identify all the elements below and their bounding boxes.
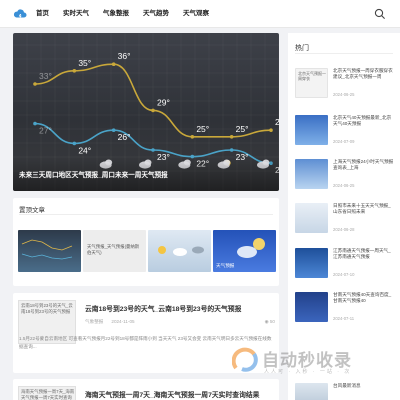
data-label: 27° [39,126,52,136]
pinned-thumbs: 天气预报_天气预报(曼纳斯伯天气) 天气预报 [18,230,276,272]
site-watermark: 自动秒收录 人人可 · 入秒 · 一站 · 次 [232,344,382,376]
data-label: 33° [39,71,52,81]
article-date: 2024-11-05 [111,319,135,324]
sidebar-item[interactable]: 北京天气40天预报最新_北京天气40天预报 2024-07-09 [295,115,395,145]
mini-chart-icon [21,239,73,260]
article-title[interactable]: 云南18号到23号的天气_云南18号到23号的天气预报 [85,303,241,313]
watermark-logo-icon [232,347,258,372]
search-icon[interactable] [374,8,386,20]
main-nav: 首页 实时天气 气象整报 天气趋势 天气观察 [36,0,216,28]
sidebar-thumbnail[interactable] [295,292,328,322]
sidebar-item-title[interactable]: 台风最新消息 [333,383,395,389]
sidebar-item-title[interactable]: 上海天气预报24小时天气预报查询表_上海 [333,159,395,171]
hero-caption[interactable]: 未来三天周口地区天气预报_周口未来一周天气预报 [19,169,168,179]
sidebar-item-date: 2024-06-28 [333,227,355,232]
sidebar-item-title[interactable]: 北京天气预报一周穿衣服穿衣建议_北京天气预报一周 [333,68,395,80]
sidebar-thumbnail[interactable] [295,248,328,278]
data-point [111,62,116,66]
pinned-thumb-2[interactable]: 天气预报_天气预报(曼纳斯伯天气) [83,230,146,272]
views-count: 50 [269,319,275,324]
nav-item-weather-observation[interactable]: 天气观察 [176,0,216,28]
thumb-label: 天气预报_天气预报(曼纳斯伯天气) [87,244,140,255]
data-point [151,108,155,113]
weather-icons [158,246,204,256]
sidebar-item[interactable]: 北京天气预报一周穿衣 北京天气预报一周穿衣服穿衣建议_北京天气预报一周 2024… [295,68,395,98]
hero-slide[interactable]: 33°35°36°29°25°25°26°27°24°26°23°22°23°2… [13,33,279,191]
section-title: 置顶文章 [19,207,45,214]
sidebar-item-date: 2024-06-25 [333,92,355,97]
data-point [33,82,37,86]
nav-item-weather-report[interactable]: 气象整报 [96,0,136,28]
article-card[interactable]: 海南天气预报一周7天_海南天气预报一周7天实时查询结果 海南天气预报一周7天_海… [13,379,279,400]
sidebar-title: 热门 [295,45,309,52]
data-label: 29° [157,97,170,107]
sidebar-item-date: 2024-07-10 [333,272,355,277]
data-point [33,121,37,126]
sidebar-thumbnail[interactable] [295,115,328,145]
nav-item-realtime-weather[interactable]: 实时天气 [56,0,96,28]
data-label: 35° [78,58,91,68]
data-point [229,135,234,139]
article-thumbnail[interactable]: 海南天气预报一周7天_海南天气预报一周7天实时查询结果 [18,386,76,400]
data-label: 36° [118,51,131,61]
article-views: ◉ 50 [265,319,275,325]
sidebar-divider [295,53,393,54]
sidebar-item[interactable]: 上海天气预报24小时天气预报查询表_上海 2024-06-25 [295,159,395,189]
article-meta: 气象整报 2024-11-05 ◉ 50 [85,319,275,325]
data-label: 26° [118,132,131,142]
pinned-thumb-1[interactable] [18,230,81,272]
sidebar-item-title[interactable]: 江苏南通天气预报一周天气_江苏南通天气预报 [333,248,395,260]
sidebar-item-date: 2024-07-11 [333,316,355,321]
nav-item-home[interactable]: 首页 [36,0,56,28]
sidebar-thumbnail[interactable]: 北京天气预报一周穿衣 [295,68,328,98]
sidebar-item-title[interactable]: 北京天气40天预报最新_北京天气40天预报 [333,115,395,127]
sidebar-thumbnail[interactable] [295,159,328,189]
data-label: 25° [196,124,209,134]
data-label: 24° [78,145,91,155]
pinned-thumb-4[interactable]: 天气预报 [213,230,276,272]
sidebar-thumbnail[interactable] [295,203,328,233]
section-divider [19,214,273,215]
sidebar-item[interactable]: 江苏南通天气预报一周天气_江苏南通天气预报 2024-07-10 [295,248,395,278]
thumbnail-alt-text: 北京天气预报一周穿衣 [298,71,326,81]
thumb-label: 天气预报 [216,263,235,268]
sidebar-item[interactable]: 台风最新消息 [295,383,395,400]
pinned-thumb-3[interactable] [148,230,211,272]
data-point [229,148,234,152]
top-navigation-bar: 首页 实时天气 气象整报 天气趋势 天气观察 [0,0,400,28]
data-label: 25° [236,124,249,134]
thumbnail-alt-text: 海南天气预报一周7天_海南天气预报一周7天实时查询结果 [21,389,75,400]
sidebar-item-date: 2024-07-09 [333,139,355,144]
data-label: 26° [275,117,279,127]
cloud-logo-icon[interactable] [13,7,27,20]
data-point [190,135,195,139]
article-category[interactable]: 气象整报 [85,319,103,325]
data-point [72,69,77,73]
sidebar-item-date: 2024-06-25 [333,183,355,188]
sidebar-item-title[interactable]: 甘南天气预报40天查询百度_甘南天气预报40 [333,292,395,304]
thumbnail-alt-text: 云南18号到23号的天气_云南18号到23号的天气预报 [21,303,73,314]
data-point [72,141,77,146]
article-title[interactable]: 海南天气预报一周7天_海南天气预报一周7天实时查询结果 [85,389,259,399]
watermark-subtext: 人人可 · 入秒 · 一站 · 次 [264,369,352,375]
sidebar-thumbnail[interactable] [295,383,328,400]
nav-item-weather-trend[interactable]: 天气趋势 [136,0,176,28]
data-point [151,148,155,152]
sidebar-item-title[interactable]: 日照市未来十五天天气预报_山东省日照未来 [333,203,395,215]
data-point [111,128,116,132]
sidebar-item[interactable]: 甘南天气预报40天查询百度_甘南天气预报40 2024-07-11 [295,292,395,322]
pinned-articles-section: 置顶文章 天气预报_天气预报(曼纳斯伯天气) 天气预报 [13,198,279,286]
sidebar-item[interactable]: 日照市未来十五天天气预报_山东省日照未来 2024-06-28 [295,203,395,233]
data-point [269,128,273,132]
